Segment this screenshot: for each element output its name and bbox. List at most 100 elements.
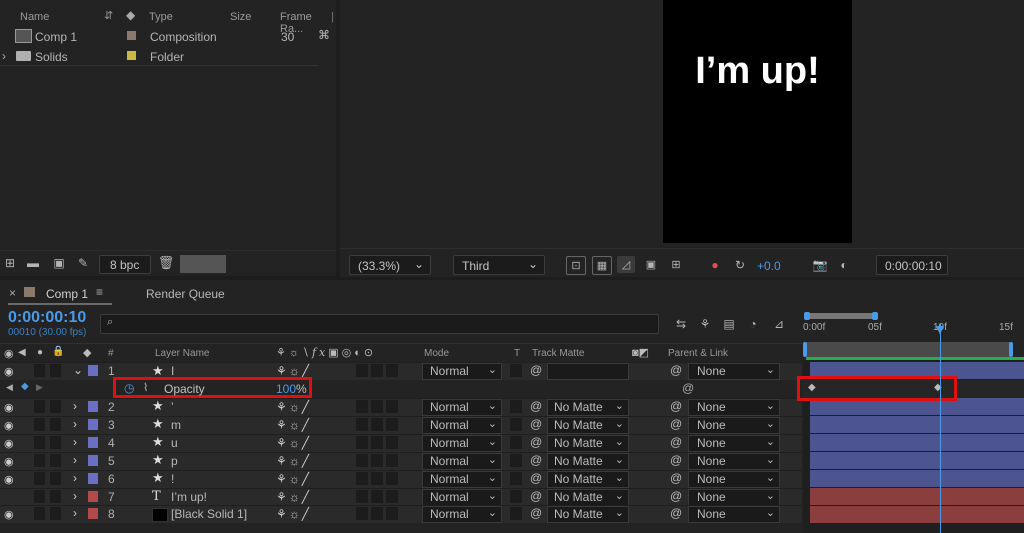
switch-cell[interactable] — [356, 435, 368, 449]
adjust-icon[interactable]: ✎ — [75, 256, 91, 270]
solo-icon[interactable]: ● — [37, 347, 43, 358]
preserve-transparency-cell[interactable] — [510, 453, 522, 467]
comp-mini-flowchart-icon[interactable]: ⇆ — [673, 316, 689, 332]
expression-spiral-icon[interactable]: @ — [682, 381, 694, 395]
switch-cell[interactable] — [356, 364, 368, 377]
eye-icon[interactable]: ◉ — [4, 473, 14, 486]
switch-cell[interactable] — [371, 364, 383, 377]
switch-cell[interactable] — [386, 507, 398, 521]
track-matte-dropdown[interactable]: No Matte ⌄ — [547, 434, 629, 452]
project-item-solids[interactable]: › Solids Folder — [0, 46, 318, 66]
switch-icons[interactable]: ⚘☼╱ — [276, 436, 311, 450]
exposure-value[interactable]: +0.0 — [757, 259, 781, 273]
switch-cell[interactable] — [356, 471, 368, 485]
playhead[interactable] — [940, 324, 941, 533]
lock-cell[interactable] — [50, 507, 61, 521]
label-color[interactable] — [88, 490, 98, 502]
switch-cell[interactable] — [386, 453, 398, 467]
layer-name[interactable]: p — [171, 454, 178, 468]
label-color[interactable] — [88, 365, 98, 376]
switch-cell[interactable] — [386, 364, 398, 377]
switch-cell[interactable] — [386, 471, 398, 485]
solo-cell[interactable] — [34, 364, 45, 377]
layer-name[interactable]: I’m up! — [171, 490, 207, 504]
solo-cell[interactable] — [34, 471, 45, 485]
chevron-right-icon[interactable]: › — [2, 49, 6, 63]
work-area-span[interactable] — [803, 342, 1013, 357]
parent-dropdown[interactable]: None ⌄ — [688, 416, 780, 434]
pickwhip-icon[interactable]: @ — [670, 399, 682, 413]
in-point[interactable] — [803, 342, 807, 357]
layer-name[interactable]: [Black Solid 1] — [171, 507, 247, 521]
label-tag-icon[interactable]: ◆ — [83, 346, 91, 359]
keyframe-start[interactable]: ◆ — [808, 382, 816, 393]
trash-icon[interactable]: 🗑 — [158, 255, 175, 270]
layer-row[interactable]: ◉ › 3 ★ m ⚘☼╱ Normal ⌄ @ No Matte ⌄ @ None… — [0, 415, 802, 434]
layer-row[interactable]: ◉ › 4 ★ u ⚘☼╱ Normal ⌄ @ No Matte ⌄ @ None… — [0, 433, 802, 452]
label-color[interactable] — [88, 401, 98, 412]
parent-dropdown[interactable]: None ⌄ — [688, 452, 780, 470]
frame-blending-icon[interactable]: ▤ — [721, 316, 737, 332]
blend-mode-dropdown[interactable]: Normal ⌄ — [422, 470, 502, 488]
pickwhip-icon[interactable]: @ — [530, 435, 542, 449]
fast-previews-icon[interactable]: ⊡ — [566, 256, 586, 275]
switch-icons[interactable]: ⚘☼╱ — [276, 364, 311, 378]
guides-icon[interactable]: ⊞ — [667, 256, 685, 273]
track-matte-dropdown[interactable]: No Matte ⌄ — [547, 470, 629, 488]
keyframe-add-icon[interactable]: ◆ — [21, 381, 29, 392]
layer-row[interactable]: ◉ › 5 ★ p ⚘☼╱ Normal ⌄ @ No Matte ⌄ @ None… — [0, 451, 802, 470]
track-matte-dropdown[interactable]: No Matte ⌄ — [547, 506, 629, 524]
switch-cell[interactable] — [371, 507, 383, 521]
preserve-transparency-cell[interactable] — [510, 364, 522, 377]
pickwhip-icon[interactable]: @ — [670, 506, 682, 520]
lock-cell[interactable] — [50, 471, 61, 485]
lock-cell[interactable] — [50, 364, 61, 377]
flowchart-icon[interactable]: ⌘ — [318, 28, 330, 42]
layer-bar[interactable] — [810, 470, 1024, 487]
composition-canvas[interactable]: I’m up! — [663, 0, 852, 243]
switch-cell[interactable] — [371, 417, 383, 431]
solo-cell[interactable] — [34, 435, 45, 449]
blend-mode-dropdown[interactable]: Normal ⌄ — [422, 399, 502, 416]
switch-cell[interactable] — [386, 417, 398, 431]
blend-mode-dropdown[interactable]: Normal ⌄ — [422, 506, 502, 524]
switch-cell[interactable] — [356, 453, 368, 467]
viewer-timecode[interactable]: 0:00:00:10 — [876, 255, 948, 275]
blend-mode-dropdown[interactable]: Normal ⌄ — [422, 363, 502, 380]
layer-bar[interactable] — [810, 416, 1024, 433]
switch-cell[interactable] — [371, 471, 383, 485]
interpret-footage-icon[interactable]: ⊞ — [2, 256, 18, 270]
close-tab-icon[interactable]: × — [9, 286, 16, 300]
pickwhip-icon[interactable]: @ — [530, 489, 542, 503]
new-composition-icon[interactable]: ▣ — [51, 256, 67, 270]
track-matte-dropdown[interactable]: No Matte ⌄ — [547, 452, 629, 470]
switch-icons[interactable]: ⚘☼╱ — [276, 472, 311, 486]
col-size[interactable]: Size — [230, 11, 251, 23]
zoom-dropdown[interactable]: (33.3%) ⌄ — [349, 255, 431, 275]
current-time[interactable]: 0:00:00:10 — [8, 309, 86, 327]
solo-cell[interactable] — [34, 489, 45, 503]
preserve-transparency-cell[interactable] — [510, 435, 522, 449]
solo-cell[interactable] — [34, 417, 45, 431]
parent-dropdown[interactable]: None ⌄ — [688, 506, 780, 524]
mask-visibility-icon[interactable]: ◿ — [617, 256, 635, 273]
layer-bar[interactable] — [810, 488, 1024, 505]
color-swatch-button[interactable] — [180, 255, 226, 273]
label-color-swatch[interactable] — [127, 51, 136, 60]
col-type[interactable]: Type — [149, 11, 173, 23]
timeline-search-input[interactable]: ⌕ — [100, 314, 659, 334]
pickwhip-icon[interactable]: @ — [670, 435, 682, 449]
work-area-start[interactable] — [804, 312, 810, 320]
view-dropdown[interactable]: Third ⌄ — [453, 255, 545, 275]
motion-blur-icon[interactable]: ◔ — [745, 316, 761, 332]
channel-color-icon[interactable]: ● — [707, 256, 723, 273]
lock-cell[interactable] — [50, 489, 61, 503]
tab-menu-icon[interactable]: ≡ — [96, 285, 103, 299]
blend-mode-dropdown[interactable]: Normal ⌄ — [422, 434, 502, 452]
layer-row[interactable]: ◉ › 2 ★ ’ ⚘☼╱ Normal ⌄ @ No Matte ⌄ @ None… — [0, 398, 802, 416]
layer-bar[interactable] — [810, 434, 1024, 451]
switch-cell[interactable] — [371, 489, 383, 503]
bpc-button[interactable]: 8 bpc — [99, 255, 151, 274]
work-area-bar[interactable] — [804, 312, 878, 320]
project-item-comp[interactable]: Comp 1 Composition 30 ⌘ — [0, 26, 330, 46]
